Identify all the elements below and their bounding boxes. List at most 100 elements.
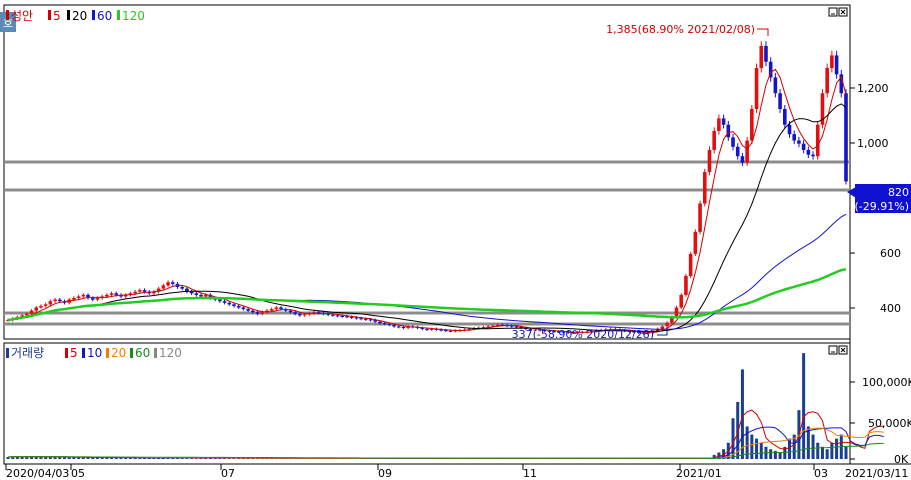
x-tick: 11 bbox=[523, 467, 537, 480]
candle-body bbox=[401, 327, 406, 329]
candle-body bbox=[72, 298, 76, 300]
candle-body bbox=[76, 296, 81, 299]
candle-body bbox=[782, 108, 787, 125]
volume-bar bbox=[820, 446, 824, 459]
candle-body bbox=[180, 287, 184, 289]
candle-body bbox=[138, 290, 142, 292]
candle-body bbox=[792, 134, 797, 141]
candle-body bbox=[199, 294, 203, 297]
candle-body bbox=[142, 290, 147, 292]
candle-body bbox=[674, 307, 679, 317]
volume-bar bbox=[778, 452, 782, 459]
legend-volume: 거래량 bbox=[11, 346, 44, 360]
candle-body bbox=[166, 282, 170, 286]
legend-vol-ma20: 20 bbox=[111, 346, 126, 360]
candle-body bbox=[43, 304, 48, 306]
candle-body bbox=[825, 68, 829, 94]
candle-body bbox=[236, 305, 241, 308]
candle-body bbox=[363, 318, 368, 320]
volume-axis: 100,000K 50,000K 0K bbox=[850, 376, 911, 466]
volume-tick: 100,000K bbox=[862, 376, 911, 389]
candle-body bbox=[29, 310, 34, 314]
candle-body bbox=[702, 172, 707, 204]
candle-body bbox=[787, 124, 792, 135]
candle-body bbox=[717, 118, 721, 132]
candle-body bbox=[232, 304, 236, 306]
candle-body bbox=[222, 301, 227, 303]
candle-body bbox=[81, 294, 86, 297]
candle-body bbox=[39, 305, 43, 308]
x-tick: 2021/01 bbox=[676, 467, 722, 480]
candle-body bbox=[161, 285, 166, 289]
candle-body bbox=[302, 314, 307, 316]
minimize-icon[interactable] bbox=[828, 7, 838, 17]
candle-body bbox=[778, 93, 782, 109]
candle-body bbox=[660, 326, 665, 329]
candle-body bbox=[834, 55, 839, 75]
candle-body bbox=[665, 322, 669, 327]
candle-body bbox=[698, 203, 702, 232]
candle-body bbox=[269, 309, 274, 311]
candle-body bbox=[48, 301, 53, 305]
x-tick: 03 bbox=[814, 467, 828, 480]
x-tick-end: 2021/03/11 bbox=[845, 467, 908, 480]
volume-bar bbox=[750, 434, 754, 459]
candle-body bbox=[189, 291, 194, 294]
legend-vol-ma120: 120 bbox=[159, 346, 182, 360]
candle-body bbox=[396, 326, 401, 328]
candle-body bbox=[25, 313, 29, 316]
x-tick: 09 bbox=[378, 467, 392, 480]
volume-bar bbox=[48, 457, 52, 459]
candle-body bbox=[95, 298, 100, 300]
x-tick: 2020/04/03 bbox=[6, 467, 69, 480]
volume-bar bbox=[759, 442, 763, 459]
candle-body bbox=[740, 156, 745, 163]
candle-body bbox=[448, 330, 453, 332]
volume-legend: 거래량 5 10 20 60 120 bbox=[6, 346, 182, 360]
candle-body bbox=[279, 307, 283, 310]
stock-chart: 호 성안 5 20 60 120 거래량 5 10 20 60 120 1,38… bbox=[0, 4, 911, 480]
volume-tick: 0K bbox=[894, 453, 909, 466]
candle-body bbox=[288, 310, 293, 313]
candle-body bbox=[34, 307, 39, 311]
candle-body bbox=[359, 318, 363, 320]
candle-body bbox=[382, 323, 387, 325]
candle-body bbox=[735, 146, 740, 157]
current-price-value: 820 bbox=[888, 186, 909, 199]
price-tick: 600 bbox=[880, 247, 901, 260]
volume-bar bbox=[802, 353, 806, 459]
candle-body bbox=[133, 291, 137, 294]
candle-body bbox=[721, 118, 726, 125]
legend-ma20: 20 bbox=[72, 9, 87, 23]
candle-body bbox=[251, 310, 255, 313]
volume-pane bbox=[3, 342, 851, 465]
candle-body bbox=[684, 275, 688, 295]
legend-stock-name: 성안 bbox=[11, 9, 33, 23]
candle-body bbox=[801, 143, 806, 150]
candle-body bbox=[57, 299, 62, 302]
legend-vol-ma10: 10 bbox=[87, 346, 102, 360]
candle-body bbox=[368, 319, 373, 321]
candle-body bbox=[241, 307, 246, 310]
candle-body bbox=[712, 131, 716, 150]
candle-body bbox=[90, 298, 95, 300]
price-tick: 1,200 bbox=[857, 82, 889, 95]
volume-bar bbox=[731, 418, 735, 459]
candle-body bbox=[340, 315, 345, 317]
candle-body bbox=[425, 328, 429, 330]
minimize-icon[interactable] bbox=[828, 345, 838, 355]
volume-bar bbox=[830, 442, 834, 459]
candle-body bbox=[194, 293, 199, 295]
candle-body bbox=[797, 140, 801, 144]
candle-body bbox=[105, 294, 109, 297]
price-pane bbox=[3, 4, 851, 340]
candle-body bbox=[693, 231, 698, 254]
candle-body bbox=[815, 124, 820, 157]
candle-body bbox=[298, 313, 302, 316]
candle-body bbox=[114, 293, 119, 295]
volume-bar bbox=[811, 434, 815, 459]
volume-bar bbox=[835, 438, 839, 459]
volume-tick: 50,000K bbox=[868, 417, 911, 430]
candle-body bbox=[274, 307, 279, 310]
candle-body bbox=[750, 108, 754, 141]
